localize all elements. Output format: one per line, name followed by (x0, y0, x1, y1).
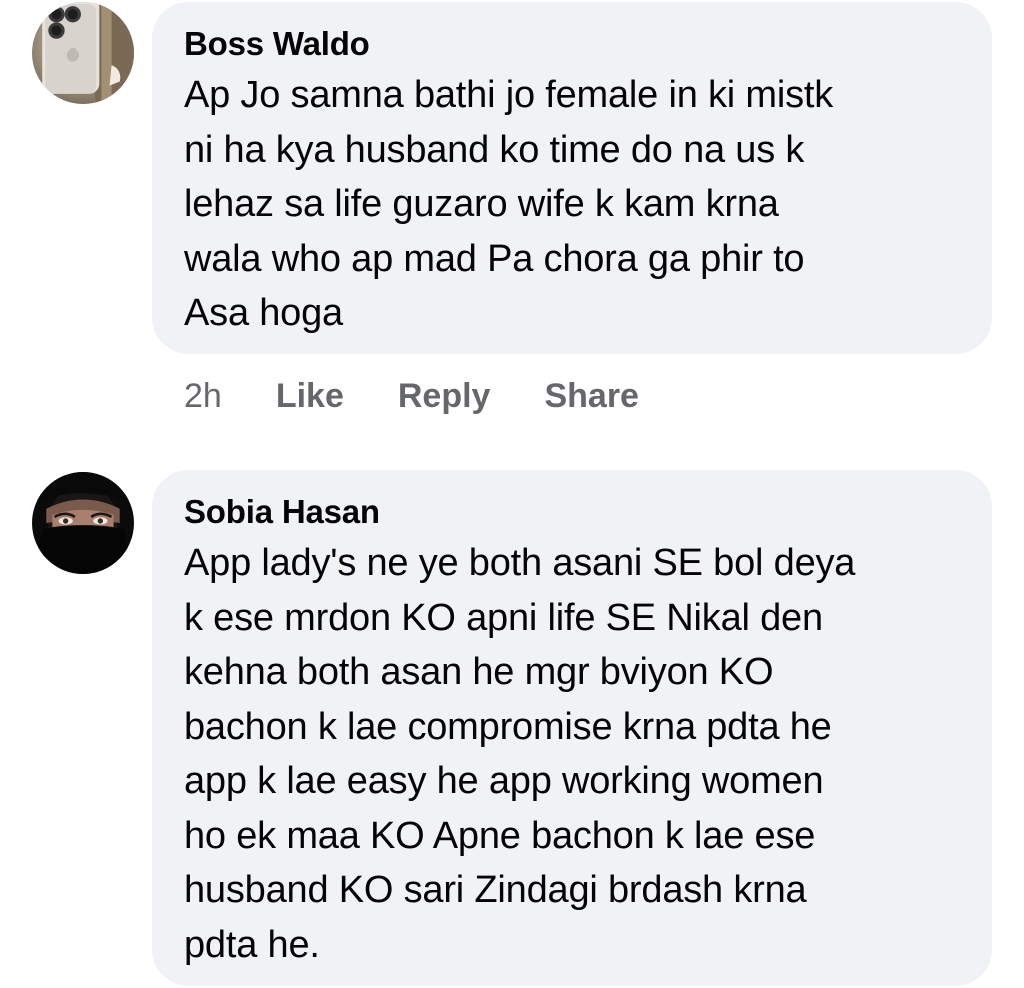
share-button[interactable]: Share (544, 377, 639, 416)
comment-text: Ap Jo samna bathi jo female in ki mistk … (184, 74, 834, 334)
like-button[interactable]: Like (276, 377, 344, 416)
reply-button[interactable]: Reply (398, 377, 491, 416)
avatar[interactable] (32, 2, 134, 104)
comment-bubble: Boss Waldo Ap Jo samna bathi jo female i… (152, 2, 992, 354)
avatar[interactable] (32, 472, 134, 574)
comment-author[interactable]: Boss Waldo (184, 24, 962, 64)
comment-timestamp[interactable]: 2h (184, 377, 222, 416)
comment-bubble: Sobia Hasan App lady's ne ye both asani … (152, 470, 992, 986)
comment-text: App lady's ne ye both asani SE bol deya … (184, 542, 856, 966)
comment-actions: 2h Like Reply Share (184, 374, 693, 418)
phone-avatar-icon (32, 2, 134, 104)
veiled-woman-avatar-icon (32, 472, 134, 574)
comment-author[interactable]: Sobia Hasan (184, 492, 962, 532)
